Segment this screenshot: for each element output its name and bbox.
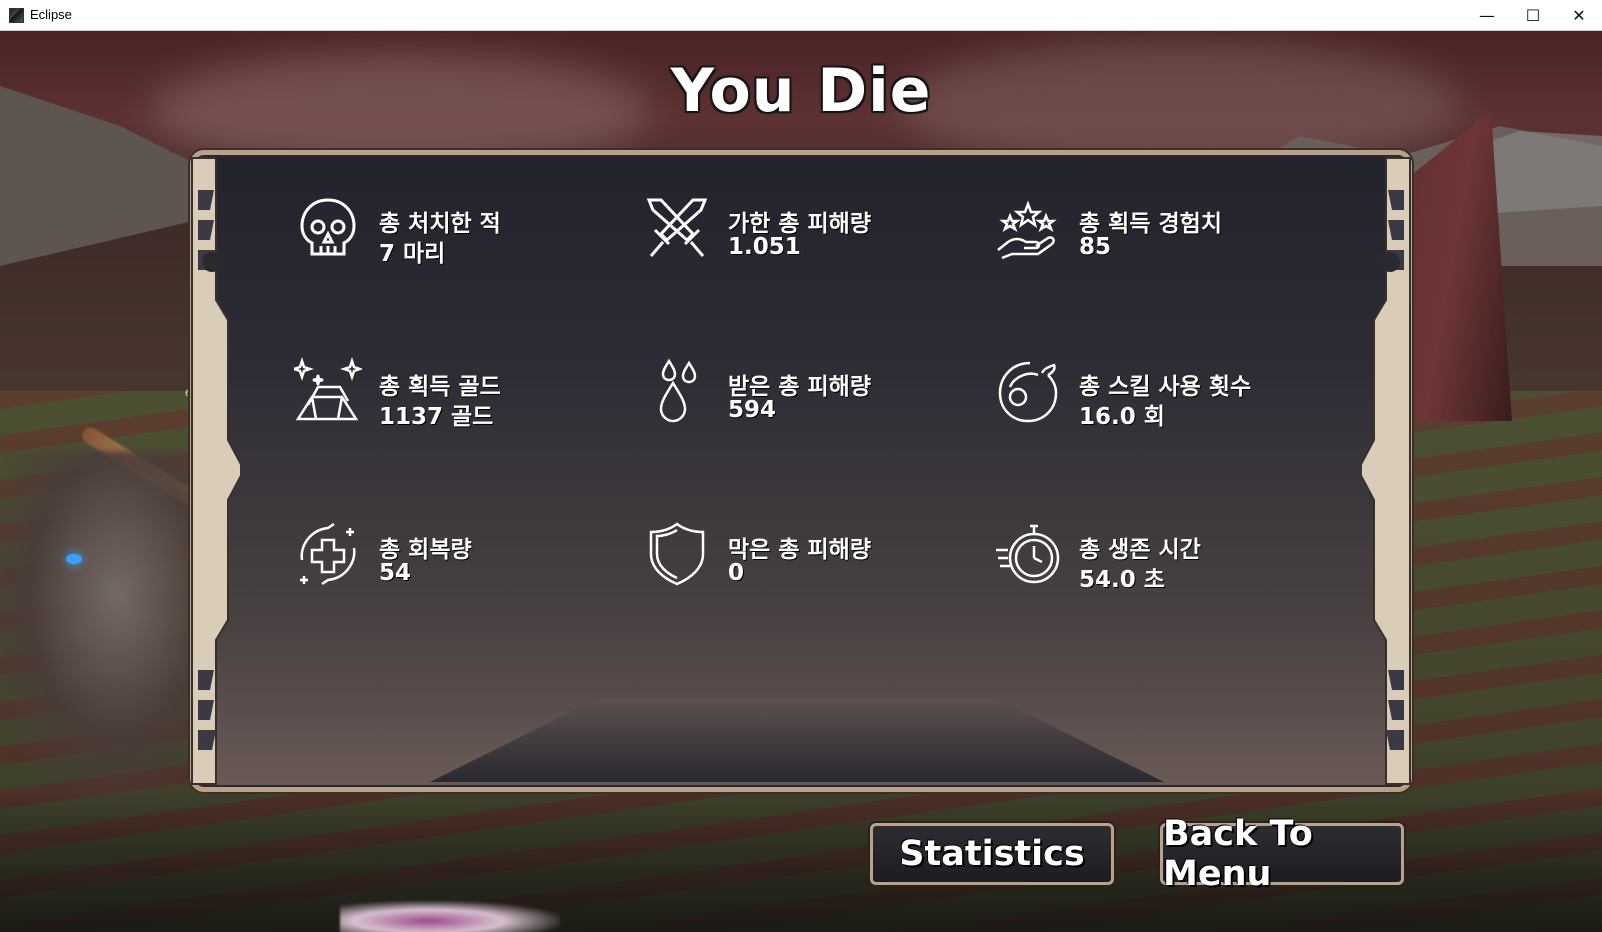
window-titlebar: Eclipse — ☐ ✕ xyxy=(0,0,1602,31)
stat-skill-uses: 총 스킬 사용 횟수 16.0 회 xyxy=(994,357,1324,437)
shield-icon xyxy=(643,520,711,588)
stopwatch-icon xyxy=(994,520,1062,588)
app-icon xyxy=(9,8,24,23)
stat-value: 594 xyxy=(728,397,777,423)
stat-label: 막은 총 피해량 xyxy=(728,537,871,563)
statistics-button[interactable]: Statistics xyxy=(870,823,1114,885)
panel-trim-right xyxy=(1362,157,1411,785)
fallen-character xyxy=(340,901,560,932)
stat-label: 총 스킬 사용 횟수 xyxy=(1079,374,1252,400)
stat-label: 가한 총 피해량 xyxy=(728,211,871,237)
close-button[interactable]: ✕ xyxy=(1556,0,1602,30)
stat-experience: 총 획득 경험치 85 xyxy=(994,194,1324,274)
stat-value: 16.0 회 xyxy=(1079,404,1165,430)
minimize-button[interactable]: — xyxy=(1464,0,1510,30)
stat-label: 받은 총 피해량 xyxy=(728,374,871,400)
stat-label: 총 생존 시간 xyxy=(1079,537,1201,563)
stat-value: 85 xyxy=(1079,234,1112,260)
stat-damage-taken: 받은 총 피해량 594 xyxy=(643,357,973,437)
stat-label: 총 처치한 적 xyxy=(379,211,501,237)
heal-cross-icon xyxy=(294,520,362,588)
stat-label: 총 획득 골드 xyxy=(379,374,501,400)
skill-swirl-icon xyxy=(994,357,1062,425)
stat-value: 7 마리 xyxy=(379,241,446,267)
stats-panel: 총 처치한 적 7 마리 가한 총 피해량 1.051 총 획득 경험치 85 xyxy=(190,150,1412,792)
stars-hand-icon xyxy=(994,194,1062,262)
death-title: You Die xyxy=(670,56,932,126)
stat-value: 1.051 xyxy=(728,234,801,260)
gold-bars-icon xyxy=(294,357,362,425)
stat-gold: 총 획득 골드 1137 골드 xyxy=(294,357,624,437)
skull-icon xyxy=(294,194,362,262)
stat-value: 0 xyxy=(728,560,745,586)
maximize-button[interactable]: ☐ xyxy=(1510,0,1556,30)
stat-label: 총 회복량 xyxy=(379,537,472,563)
stat-label: 총 획득 경험치 xyxy=(1079,211,1222,237)
back-to-menu-button[interactable]: Back To Menu xyxy=(1160,814,1404,894)
character-eye xyxy=(66,554,82,564)
stat-enemies-killed: 총 처치한 적 7 마리 xyxy=(294,194,624,274)
blood-drops-icon xyxy=(643,357,711,425)
panel-trim-left xyxy=(191,157,240,785)
stat-healing: 총 회복량 54 xyxy=(294,520,624,600)
stat-survival-time: 총 생존 시간 54.0 초 xyxy=(994,520,1324,600)
stat-value: 54 xyxy=(379,560,412,586)
stat-value: 1137 골드 xyxy=(379,404,494,430)
window-title: Eclipse xyxy=(30,7,72,22)
stat-damage-dealt: 가한 총 피해량 1.051 xyxy=(643,194,973,274)
crossed-swords-icon xyxy=(643,194,711,262)
stat-value: 54.0 초 xyxy=(1079,567,1165,593)
stat-damage-blocked: 막은 총 피해량 0 xyxy=(643,520,973,600)
